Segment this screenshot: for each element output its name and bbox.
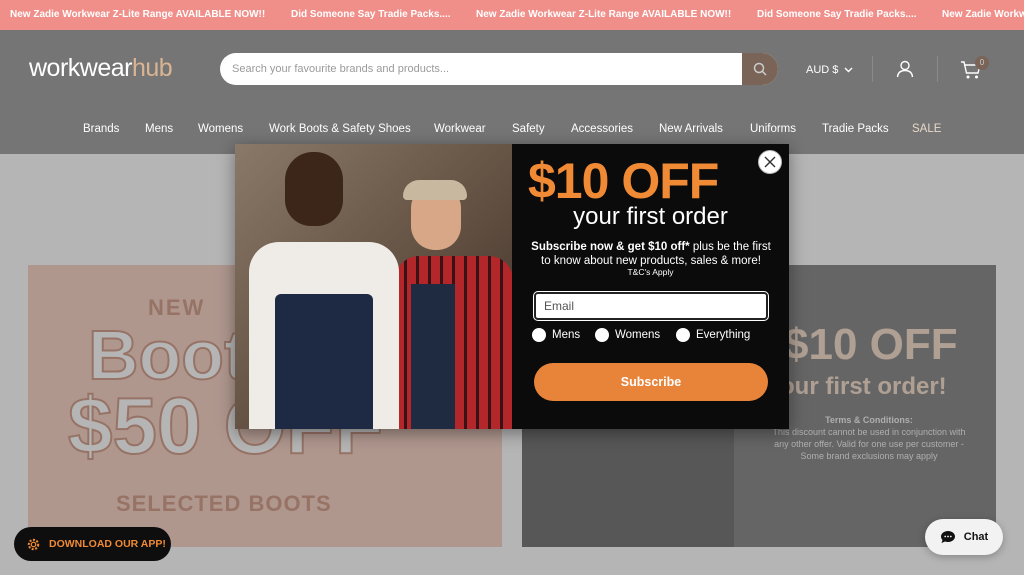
photo-figure — [275, 294, 373, 429]
download-app-label: DOWNLOAD OUR APP! — [49, 538, 166, 550]
radio-womens[interactable]: Womens — [595, 328, 660, 342]
nav-item-accessories[interactable]: Accessories — [571, 123, 633, 135]
subscribe-button[interactable]: Subscribe — [534, 363, 768, 401]
radio-everything[interactable]: Everything — [676, 328, 750, 342]
nav-item-uniforms[interactable]: Uniforms — [750, 123, 796, 135]
nav-item-womens[interactable]: Womens — [198, 123, 243, 135]
search-icon — [753, 62, 767, 76]
currency-label: AUD $ — [806, 64, 839, 76]
download-app-button[interactable]: DOWNLOAD OUR APP! — [14, 527, 171, 561]
popup-description: Subscribe now & get $10 off* plus be the… — [526, 240, 776, 268]
search-button[interactable] — [742, 53, 778, 85]
signup-popup: $10 OFF your first order Subscribe now &… — [235, 144, 789, 429]
account-icon[interactable] — [896, 60, 914, 78]
announcement-message[interactable]: New Zadie Workwear Z-Lite Range AVAILABL… — [476, 9, 731, 20]
divider — [937, 56, 938, 82]
desc-bold: Subscribe now & get $10 off* — [531, 241, 690, 253]
announcement-message[interactable]: Did Someone Say Tradie Packs.... — [291, 9, 451, 20]
nav-item-workwear[interactable]: Workwear — [434, 123, 486, 135]
chat-bubble-icon — [940, 531, 955, 543]
nav-item-mens[interactable]: Mens — [145, 123, 173, 135]
radio-label: Everything — [696, 329, 751, 341]
chat-label: Chat — [963, 531, 989, 543]
radio-mens[interactable]: Mens — [532, 328, 580, 342]
radio-button[interactable] — [676, 328, 690, 342]
terms-link[interactable]: T&C's Apply — [512, 267, 789, 277]
announcement-bar: New Zadie Workwear Z-Lite Range AVAILABL… — [0, 0, 1024, 30]
chevron-down-icon — [844, 67, 853, 73]
search-bar — [220, 53, 778, 85]
popup-headline: $10 OFF — [528, 153, 719, 209]
cart-count-badge: 0 — [975, 56, 989, 70]
announcement-message[interactable]: New Zadie Workwear Z-Lite Range AVAILABL… — [10, 9, 265, 20]
photo-figure — [411, 284, 455, 429]
nav-item-safety[interactable]: Safety — [512, 123, 545, 135]
nav-item-new-arrivals[interactable]: New Arrivals — [659, 123, 723, 135]
email-field[interactable] — [534, 292, 768, 320]
divider — [872, 56, 873, 82]
preference-options: Mens Womens Everything — [532, 328, 772, 344]
main-nav: Brands Mens Womens Work Boots & Safety S… — [0, 123, 1024, 139]
radio-button[interactable] — [595, 328, 609, 342]
logo-text-workwear: workwear — [29, 54, 132, 82]
currency-selector[interactable]: AUD $ — [806, 64, 853, 76]
popup-subheadline: your first order — [573, 203, 728, 230]
site-header: workwearhub AUD $ 0 Brands Mens Womens W… — [0, 30, 1024, 154]
popup-photo — [235, 144, 512, 429]
site-logo[interactable]: workwearhub — [29, 54, 173, 83]
photo-figure — [403, 180, 467, 200]
announcement-message[interactable]: New Zadie Workwear Z-Lite Range AVAILABL… — [942, 9, 1024, 20]
nav-item-brands[interactable]: Brands — [83, 123, 119, 135]
gear-icon — [27, 538, 40, 550]
announcement-message[interactable]: Did Someone Say Tradie Packs.... — [757, 9, 917, 20]
chat-button[interactable]: Chat — [925, 519, 1003, 555]
nav-item-sale[interactable]: SALE — [912, 123, 941, 135]
nav-item-work-boots[interactable]: Work Boots & Safety Shoes — [269, 123, 411, 135]
search-input[interactable] — [220, 53, 742, 85]
logo-text-hub: hub — [131, 54, 173, 82]
radio-button[interactable] — [532, 328, 546, 342]
radio-label: Mens — [552, 329, 581, 341]
nav-item-tradie-packs[interactable]: Tradie Packs — [822, 123, 889, 135]
popup-form: $10 OFF your first order Subscribe now &… — [512, 144, 789, 429]
photo-figure — [285, 152, 343, 226]
radio-label: Womens — [615, 329, 661, 341]
